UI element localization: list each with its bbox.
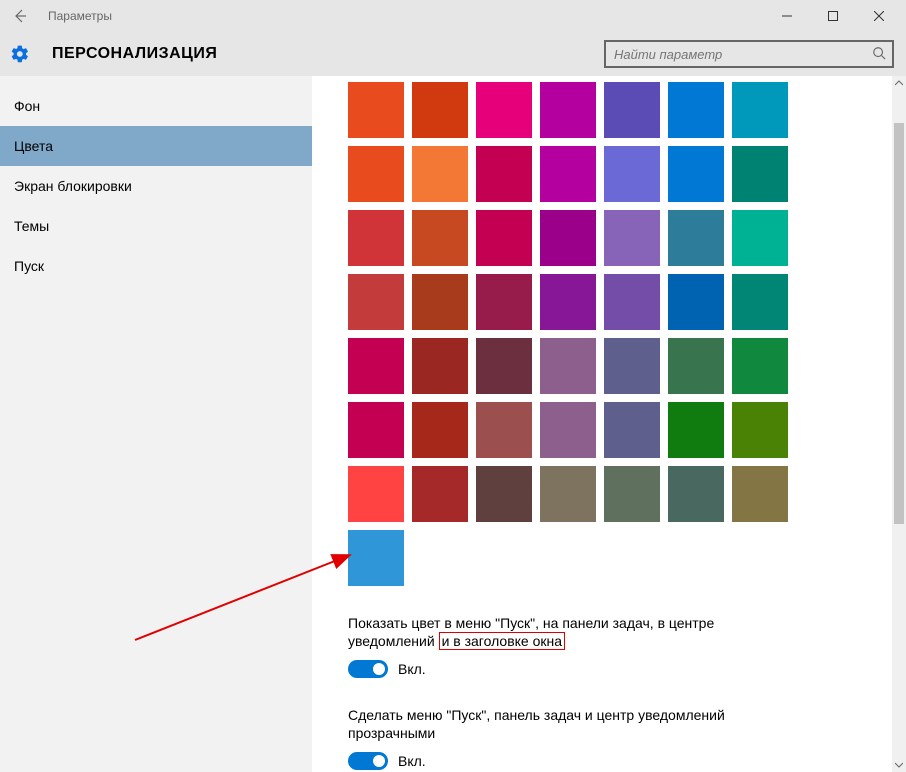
sidebar-item-4[interactable]: Пуск xyxy=(0,246,312,286)
color-swatch[interactable] xyxy=(604,402,660,458)
search-box[interactable] xyxy=(604,40,894,68)
color-swatch[interactable] xyxy=(476,146,532,202)
color-swatch[interactable] xyxy=(732,210,788,266)
scroll-thumb[interactable] xyxy=(894,123,904,524)
header: ПЕРСОНАЛИЗАЦИЯ xyxy=(0,32,906,76)
color-swatch[interactable] xyxy=(668,146,724,202)
option-transparency: Сделать меню "Пуск", панель задач и цент… xyxy=(348,706,788,770)
toggle-transparency[interactable] xyxy=(348,752,388,770)
color-swatch[interactable] xyxy=(348,338,404,394)
titlebar: Параметры xyxy=(0,0,906,32)
color-swatch[interactable] xyxy=(412,338,468,394)
color-swatch[interactable] xyxy=(732,274,788,330)
color-swatch[interactable] xyxy=(476,466,532,522)
color-swatch[interactable] xyxy=(348,82,404,138)
toggle-show-color[interactable] xyxy=(348,660,388,678)
color-swatch[interactable] xyxy=(604,210,660,266)
color-swatch[interactable] xyxy=(476,338,532,394)
color-swatch[interactable] xyxy=(540,274,596,330)
color-swatch[interactable] xyxy=(604,338,660,394)
color-swatch[interactable] xyxy=(604,274,660,330)
color-swatch[interactable] xyxy=(412,274,468,330)
color-swatch[interactable] xyxy=(668,274,724,330)
color-swatch[interactable] xyxy=(668,210,724,266)
arrow-left-icon xyxy=(12,8,28,24)
option-show-color: Показать цвет в меню "Пуск", на панели з… xyxy=(348,614,788,678)
close-button[interactable] xyxy=(856,0,902,32)
minimize-button[interactable] xyxy=(764,0,810,32)
gear-icon xyxy=(0,44,40,64)
search-input[interactable] xyxy=(612,46,872,63)
sidebar-item-1[interactable]: Цвета xyxy=(0,126,312,166)
color-swatch[interactable] xyxy=(348,210,404,266)
scroll-down-button[interactable] xyxy=(892,758,906,772)
color-swatch[interactable] xyxy=(476,82,532,138)
color-swatch[interactable] xyxy=(668,338,724,394)
chevron-up-icon xyxy=(895,79,903,87)
label-highlight: и в заголовке окна xyxy=(439,632,565,650)
color-grid xyxy=(348,82,868,522)
color-swatch[interactable] xyxy=(540,82,596,138)
color-swatch[interactable] xyxy=(732,466,788,522)
color-swatch[interactable] xyxy=(668,466,724,522)
color-swatch[interactable] xyxy=(732,146,788,202)
content-wrap: Показать цвет в меню "Пуск", на панели з… xyxy=(312,76,906,772)
body: ФонЦветаЭкран блокировкиТемыПуск Показат… xyxy=(0,76,906,772)
color-swatch[interactable] xyxy=(540,466,596,522)
minimize-icon xyxy=(782,11,792,21)
sidebar-item-2[interactable]: Экран блокировки xyxy=(0,166,312,206)
color-swatch-isolated[interactable] xyxy=(348,530,404,586)
color-swatch[interactable] xyxy=(732,402,788,458)
color-swatch[interactable] xyxy=(540,210,596,266)
option-label: Показать цвет в меню "Пуск", на панели з… xyxy=(348,614,788,650)
close-icon xyxy=(874,11,884,21)
color-swatch[interactable] xyxy=(604,82,660,138)
maximize-icon xyxy=(828,11,838,21)
color-swatch[interactable] xyxy=(412,82,468,138)
color-swatch[interactable] xyxy=(604,146,660,202)
color-swatch[interactable] xyxy=(348,274,404,330)
back-button[interactable] xyxy=(8,4,32,28)
color-swatch[interactable] xyxy=(540,146,596,202)
scroll-track[interactable] xyxy=(892,90,906,758)
sidebar-item-3[interactable]: Темы xyxy=(0,206,312,246)
color-swatch[interactable] xyxy=(732,338,788,394)
option-label: Сделать меню "Пуск", панель задач и цент… xyxy=(348,706,788,742)
section-title: ПЕРСОНАЛИЗАЦИЯ xyxy=(52,45,217,63)
sidebar: ФонЦветаЭкран блокировкиТемыПуск xyxy=(0,76,312,772)
color-swatch[interactable] xyxy=(668,82,724,138)
search-icon xyxy=(872,46,886,63)
color-swatch[interactable] xyxy=(476,274,532,330)
scroll-up-button[interactable] xyxy=(892,76,906,90)
toggle-state-label: Вкл. xyxy=(398,753,426,769)
color-swatch[interactable] xyxy=(540,338,596,394)
chevron-down-icon xyxy=(895,761,903,769)
toggle-state-label: Вкл. xyxy=(398,661,426,677)
color-swatch[interactable] xyxy=(476,402,532,458)
window-controls xyxy=(764,0,902,32)
color-swatch[interactable] xyxy=(348,466,404,522)
color-swatch[interactable] xyxy=(540,402,596,458)
settings-window: Параметры ПЕРСОНАЛИЗАЦИЯ xyxy=(0,0,906,772)
color-swatch[interactable] xyxy=(412,210,468,266)
content: Показать цвет в меню "Пуск", на панели з… xyxy=(312,76,868,772)
color-swatch[interactable] xyxy=(412,466,468,522)
color-swatch[interactable] xyxy=(348,402,404,458)
scrollbar[interactable] xyxy=(892,76,906,772)
color-swatch[interactable] xyxy=(348,146,404,202)
color-swatch[interactable] xyxy=(732,82,788,138)
color-swatch[interactable] xyxy=(604,466,660,522)
color-swatch[interactable] xyxy=(476,210,532,266)
color-swatch[interactable] xyxy=(412,146,468,202)
maximize-button[interactable] xyxy=(810,0,856,32)
color-swatch[interactable] xyxy=(668,402,724,458)
color-swatch[interactable] xyxy=(412,402,468,458)
window-title: Параметры xyxy=(48,9,112,23)
sidebar-item-0[interactable]: Фон xyxy=(0,86,312,126)
